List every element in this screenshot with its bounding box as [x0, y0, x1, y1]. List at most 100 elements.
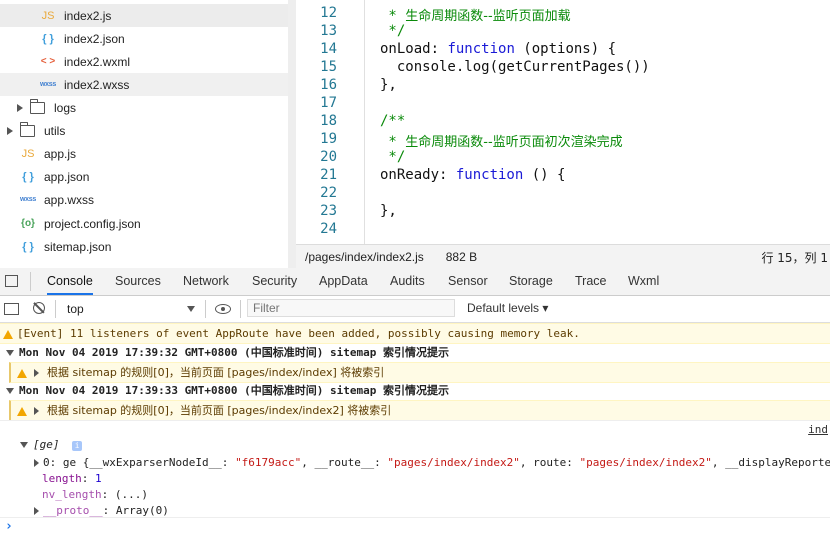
property-row: length: 1: [42, 472, 102, 485]
code-token: onReady:: [380, 167, 456, 183]
divider: [240, 300, 241, 318]
folder-icon: [30, 98, 45, 114]
tree-item-app-js[interactable]: JS app.js: [0, 142, 308, 165]
code-token: (options) {: [514, 41, 617, 57]
wxss-file-icon: wxss: [40, 81, 56, 88]
context-value: top: [67, 302, 84, 316]
js-file-icon: JS: [41, 9, 55, 22]
tree-item-label: index2.wxss: [64, 77, 130, 92]
tree-item-sitemap-json[interactable]: { } sitemap.json: [0, 235, 308, 258]
object-prefix: 0: ge {__wxExparserNodeId__:: [43, 456, 236, 469]
folder-icon: [20, 121, 35, 137]
group-timestamp: Mon Nov 04 2019 17:39:33 GMT+0800 (中国标准时…: [19, 384, 377, 397]
console-toolbar: top Default levels ▾: [0, 296, 830, 323]
code-token: onLoad:: [380, 41, 448, 57]
tab-console[interactable]: Console: [47, 268, 93, 295]
line-number: 20: [320, 149, 337, 165]
tab-trace[interactable]: Trace: [575, 268, 607, 295]
tree-item-index2-js[interactable]: JS index2.js: [0, 4, 328, 27]
console-group-header[interactable]: Mon Nov 04 2019 17:39:32 GMT+0800 (中国标准时…: [0, 344, 830, 362]
expand-right-icon[interactable]: [34, 507, 39, 515]
tree-item-index2-json[interactable]: { } index2.json: [0, 27, 328, 50]
console-prompt-row[interactable]: ›: [0, 517, 830, 538]
source-link[interactable]: ind: [808, 423, 828, 436]
tab-wxml[interactable]: Wxml: [628, 268, 659, 295]
property-key: length: [42, 472, 82, 485]
line-number: 14: [320, 41, 337, 57]
property-value[interactable]: (...): [115, 488, 148, 501]
keyword-token: function: [447, 41, 515, 57]
sidebar-toggle-icon[interactable]: [4, 303, 19, 315]
log-levels-dropdown[interactable]: Default levels ▾: [467, 301, 548, 315]
expand-down-icon[interactable]: [20, 442, 28, 448]
code-line-20: */: [380, 149, 406, 165]
object-value: "f6179acc": [235, 456, 302, 469]
console-warning-row[interactable]: [Event] 11 listeners of event AppRoute h…: [0, 323, 830, 344]
tree-item-index2-wxml[interactable]: < > index2.wxml: [0, 50, 328, 73]
keyword-token: function: [455, 167, 524, 183]
warning-text: 根据 sitemap 的规则[0]，当前页面 [pages/index/inde…: [47, 404, 392, 417]
tab-appdata[interactable]: AppData: [319, 268, 368, 295]
console-log-entry: ind: [0, 420, 830, 437]
tab-security[interactable]: Security: [252, 268, 297, 295]
code-token: () {: [523, 167, 566, 183]
tree-item-label: app.js: [44, 146, 77, 161]
tab-storage[interactable]: Storage: [509, 268, 553, 295]
array-header-row[interactable]: [ge] i: [0, 436, 830, 454]
tree-item-label: project.config.json: [44, 216, 141, 231]
expand-arrow-icon[interactable]: [7, 126, 13, 135]
line-number: 22: [320, 185, 337, 201]
editor-status-bar: /pages/index/index2.js 882 B 行 15，列 1: [296, 244, 830, 269]
expand-down-icon[interactable]: [6, 388, 14, 394]
expand-down-icon[interactable]: [6, 350, 14, 356]
tree-item-index2-wxss[interactable]: wxss index2.wxss: [0, 73, 328, 96]
line-number: 24: [320, 221, 337, 237]
property-value: 1: [95, 472, 102, 485]
object-value: "pages/index/index2": [579, 456, 712, 469]
json-file-icon: { }: [22, 240, 34, 253]
expand-arrow-icon[interactable]: [17, 103, 23, 112]
filter-input[interactable]: [247, 299, 455, 317]
info-badge-icon[interactable]: i: [72, 441, 83, 451]
tree-item-app-wxss[interactable]: wxss app.wxss: [0, 188, 308, 211]
tab-sensor[interactable]: Sensor: [448, 268, 488, 295]
tree-item-project-config[interactable]: {o} project.config.json: [0, 212, 308, 235]
tab-sources[interactable]: Sources: [115, 268, 161, 295]
code-line-14: onLoad: function (options) {: [380, 41, 616, 57]
expand-right-icon[interactable]: [34, 407, 39, 415]
code-line-13: */: [380, 23, 406, 39]
console-group-warning[interactable]: 根据 sitemap 的规则[0]，当前页面 [pages/index/inde…: [9, 400, 830, 421]
cursor-position[interactable]: 行 15，列 1: [761, 249, 828, 266]
code-line-19: * 生命周期函数--监听页面初次渲染完成: [380, 131, 622, 150]
line-number: 23: [320, 203, 337, 219]
inspect-element-icon[interactable]: [5, 275, 18, 287]
divider: [55, 300, 56, 318]
wxss-file-icon: wxss: [20, 196, 36, 203]
tree-item-label: app.json: [44, 169, 90, 184]
tab-audits[interactable]: Audits: [390, 268, 425, 295]
code-editor[interactable]: 12 13 14 15 16 17 18 19 20 21 22 23 24 *…: [296, 0, 830, 244]
chevron-down-icon: [187, 306, 195, 312]
group-title: 索引情况提示: [383, 346, 450, 359]
tree-item-app-json[interactable]: { } app.json: [0, 165, 308, 188]
pane-splitter[interactable]: [288, 0, 296, 268]
tree-item-label: utils: [44, 123, 66, 138]
context-selector[interactable]: top: [61, 299, 200, 319]
property-row[interactable]: nv_length: (...): [0, 487, 830, 503]
array-label: [ge]: [33, 438, 60, 451]
js-file-icon: JS: [21, 147, 35, 160]
warning-icon: [17, 368, 27, 378]
expand-right-icon[interactable]: [34, 369, 39, 377]
tree-folder-logs[interactable]: logs: [0, 96, 305, 119]
console-group-header[interactable]: Mon Nov 04 2019 17:39:33 GMT+0800 (中国标准时…: [0, 382, 830, 400]
line-number: 15: [320, 59, 337, 75]
array-item-row[interactable]: 0: ge {__wxExparserNodeId__: "f6179acc",…: [0, 454, 830, 471]
expand-right-icon[interactable]: [34, 459, 39, 467]
console-group-warning[interactable]: 根据 sitemap 的规则[0]，当前页面 [pages/index/inde…: [9, 362, 830, 383]
line-number: 12: [320, 5, 337, 21]
tab-network[interactable]: Network: [183, 268, 229, 295]
wxml-file-icon: < >: [40, 56, 56, 67]
tree-item-label: index2.wxml: [64, 54, 131, 69]
tree-folder-utils[interactable]: utils: [0, 119, 295, 142]
comment-text: 生命周期函数--监听页面加载: [405, 9, 571, 24]
